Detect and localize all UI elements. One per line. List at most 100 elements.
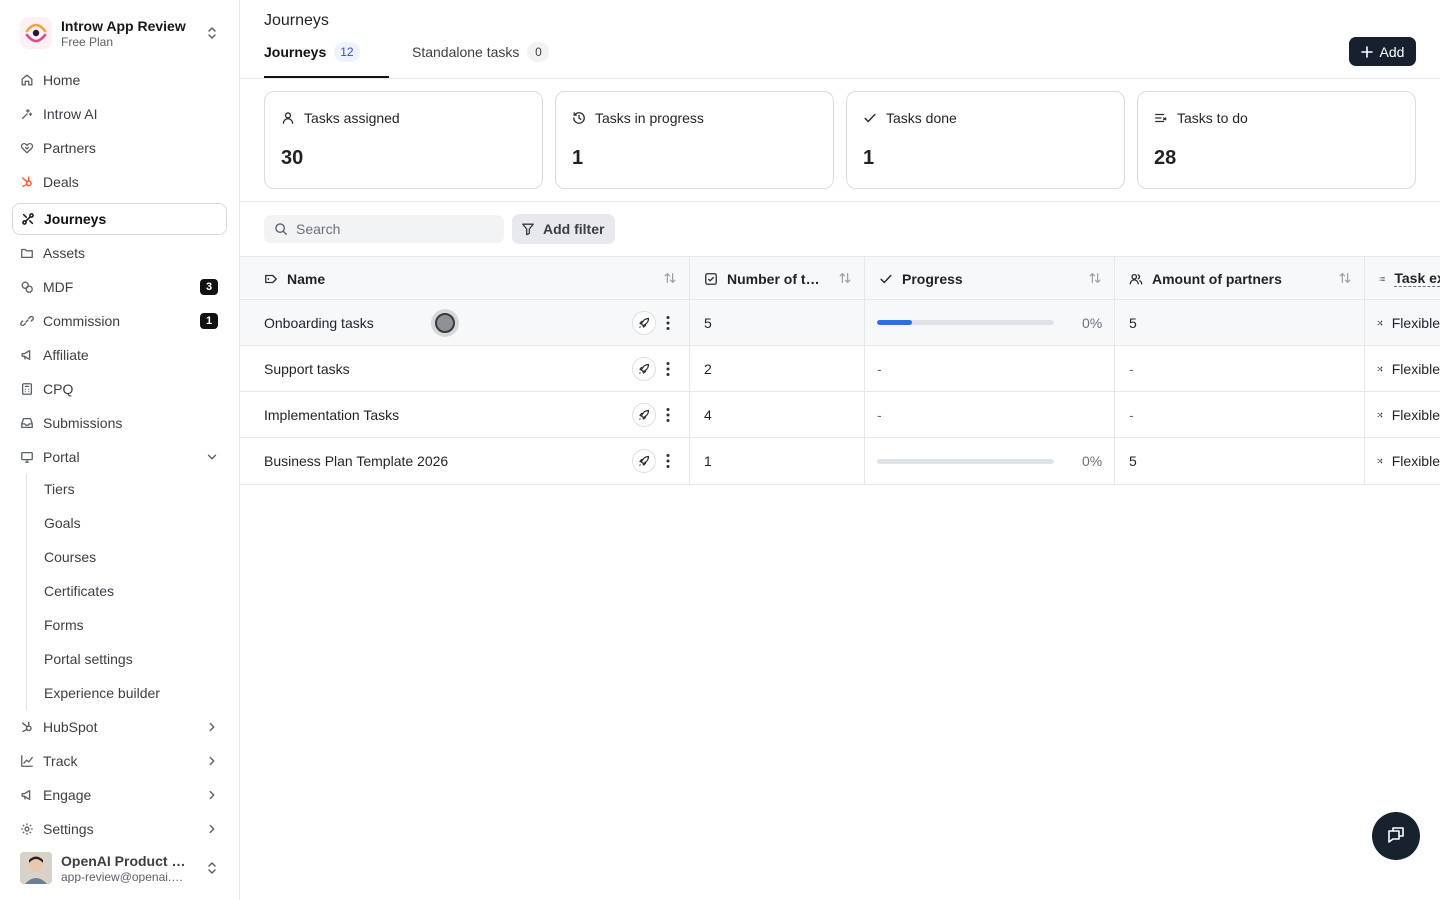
column-header-progress[interactable]: Progress xyxy=(865,257,1115,300)
sort-icon[interactable] xyxy=(663,271,677,285)
sidebar-item-label: Engage xyxy=(43,787,92,803)
chevron-down-icon xyxy=(207,454,217,460)
tab-standalone-tasks[interactable]: Standalone tasks 0 xyxy=(412,42,562,78)
launch-button[interactable] xyxy=(632,449,656,473)
sidebar-item-assets[interactable]: Assets xyxy=(12,238,227,268)
sidebar-item-mdf[interactable]: MDF 3 xyxy=(12,272,227,302)
user-menu[interactable]: OpenAI Product Review app-review@openai.… xyxy=(20,852,220,884)
tab-count-badge: 12 xyxy=(334,42,360,62)
more-options-icon[interactable] xyxy=(661,360,675,378)
tab-label: Journeys xyxy=(264,44,327,60)
sidebar-item-portal[interactable]: Portal xyxy=(12,442,227,472)
plus-icon xyxy=(1360,45,1373,58)
table-row[interactable]: Implementation Tasks 4 - - Flexible xyxy=(240,392,1440,438)
sidebar-item-commission[interactable]: Commission 1 xyxy=(12,306,227,336)
sidebar-item-cpq[interactable]: CPQ xyxy=(12,374,227,404)
page-title: Journeys xyxy=(264,12,329,29)
sidebar-subitem-courses[interactable]: Courses xyxy=(44,547,96,567)
journey-name[interactable]: Onboarding tasks xyxy=(264,315,689,331)
amount-of-partners-cell: - xyxy=(1115,346,1365,391)
check-icon xyxy=(880,274,892,283)
chart-icon xyxy=(21,755,33,767)
tag-icon xyxy=(265,274,277,283)
more-options-icon[interactable] xyxy=(661,314,675,332)
sidebar-item-label: Introw AI xyxy=(43,106,98,122)
chat-icon xyxy=(1388,827,1404,843)
rocket-icon xyxy=(639,317,650,328)
user-icon xyxy=(282,112,294,124)
sort-icon[interactable] xyxy=(838,271,852,285)
sidebar-item-home[interactable]: Home xyxy=(12,65,227,95)
filter-icon xyxy=(522,223,534,236)
sidebar-subitem-portal-settings[interactable]: Portal settings xyxy=(44,649,133,669)
sidebar-item-hubspot[interactable]: HubSpot xyxy=(12,712,227,742)
launch-button[interactable] xyxy=(632,357,656,381)
calculator-icon xyxy=(21,383,33,395)
sidebar-item-introw-ai[interactable]: Introw AI xyxy=(12,99,227,129)
more-options-icon[interactable] xyxy=(661,406,675,424)
task-execution-value: Flexible xyxy=(1391,453,1440,469)
sparkle-icon xyxy=(21,108,33,120)
sidebar-item-track[interactable]: Track xyxy=(12,746,227,776)
stat-value: 30 xyxy=(281,147,304,169)
sidebar-item-label: CPQ xyxy=(43,381,74,397)
rocket-icon xyxy=(639,409,650,420)
table-row[interactable]: Onboarding tasks 5 0% 5 Flexible xyxy=(240,300,1440,346)
shuffle-icon xyxy=(1377,366,1383,371)
sidebar-subitem-goals[interactable]: Goals xyxy=(44,513,81,533)
tab-journeys[interactable]: Journeys 12 xyxy=(264,42,389,78)
sidebar-item-deals[interactable]: Deals xyxy=(12,167,227,197)
table-row[interactable]: Support tasks 2 - - Flexible xyxy=(240,346,1440,392)
task-execution-cell: Flexible xyxy=(1365,346,1440,391)
sidebar-item-label: Track xyxy=(43,753,78,769)
stat-card-tasks-in-progress: Tasks in progress 1 xyxy=(555,91,834,189)
home-icon xyxy=(21,74,33,86)
workspace-plan: Free Plan xyxy=(61,34,114,49)
column-header-amount-of-partners[interactable]: Amount of partners xyxy=(1115,257,1365,300)
launch-button[interactable] xyxy=(632,311,656,335)
more-options-icon[interactable] xyxy=(661,452,675,470)
column-header-task-execution[interactable]: Task execution xyxy=(1365,257,1440,300)
column-header-number-of-tasks[interactable]: Number of tasks xyxy=(690,257,865,300)
sidebar-subitem-certificates[interactable]: Certificates xyxy=(44,581,114,601)
journey-name[interactable]: Support tasks xyxy=(264,361,689,377)
chat-support-button[interactable] xyxy=(1372,812,1420,860)
sidebar-item-label: Portal xyxy=(43,449,80,465)
sidebar-item-submissions[interactable]: Submissions xyxy=(12,408,227,438)
column-header-name[interactable]: Name xyxy=(240,257,690,300)
workspace-switcher[interactable]: Introw App Review Free Plan xyxy=(20,16,220,50)
journey-name[interactable]: Implementation Tasks xyxy=(264,407,689,423)
search-input[interactable] xyxy=(296,221,486,237)
sidebar-subitem-tiers[interactable]: Tiers xyxy=(44,479,75,499)
sidebar-item-label: Partners xyxy=(43,140,96,156)
sidebar-subitem-forms[interactable]: Forms xyxy=(44,615,84,635)
sidebar-item-label: HubSpot xyxy=(43,719,98,735)
users-icon xyxy=(1129,273,1143,284)
sidebar-item-partners[interactable]: Partners xyxy=(12,133,227,163)
add-button[interactable]: Add xyxy=(1349,37,1416,66)
link-icon xyxy=(20,315,34,327)
search-box[interactable] xyxy=(264,215,504,243)
sidebar-item-label: Home xyxy=(43,72,81,88)
sidebar-item-journeys[interactable]: Journeys xyxy=(12,203,227,235)
coins-icon xyxy=(21,281,33,293)
folder-icon xyxy=(21,248,33,259)
mouse-cursor-indicator xyxy=(431,309,459,337)
chevron-right-icon xyxy=(209,824,215,834)
task-execution-value: Flexible xyxy=(1391,406,1440,423)
sidebar-item-settings[interactable]: Settings xyxy=(12,814,227,844)
add-filter-button[interactable]: Add filter xyxy=(512,214,615,244)
number-of-tasks-cell: 5 xyxy=(690,300,865,345)
stat-label: Tasks to do xyxy=(1177,110,1248,126)
sort-icon[interactable] xyxy=(1088,271,1102,285)
sidebar-item-label: Deals xyxy=(43,174,79,190)
sort-icon[interactable] xyxy=(1338,271,1352,285)
sidebar-item-affiliate[interactable]: Affiliate xyxy=(12,340,227,370)
launch-button[interactable] xyxy=(632,403,656,427)
search-icon xyxy=(275,223,287,235)
sidebar-item-engage[interactable]: Engage xyxy=(12,780,227,810)
journey-name[interactable]: Business Plan Template 2026 xyxy=(264,453,689,469)
table-row[interactable]: Business Plan Template 2026 1 0% 5 Flexi… xyxy=(240,438,1440,485)
add-filter-label: Add filter xyxy=(543,221,605,237)
sidebar-subitem-experience-builder[interactable]: Experience builder xyxy=(44,683,160,703)
